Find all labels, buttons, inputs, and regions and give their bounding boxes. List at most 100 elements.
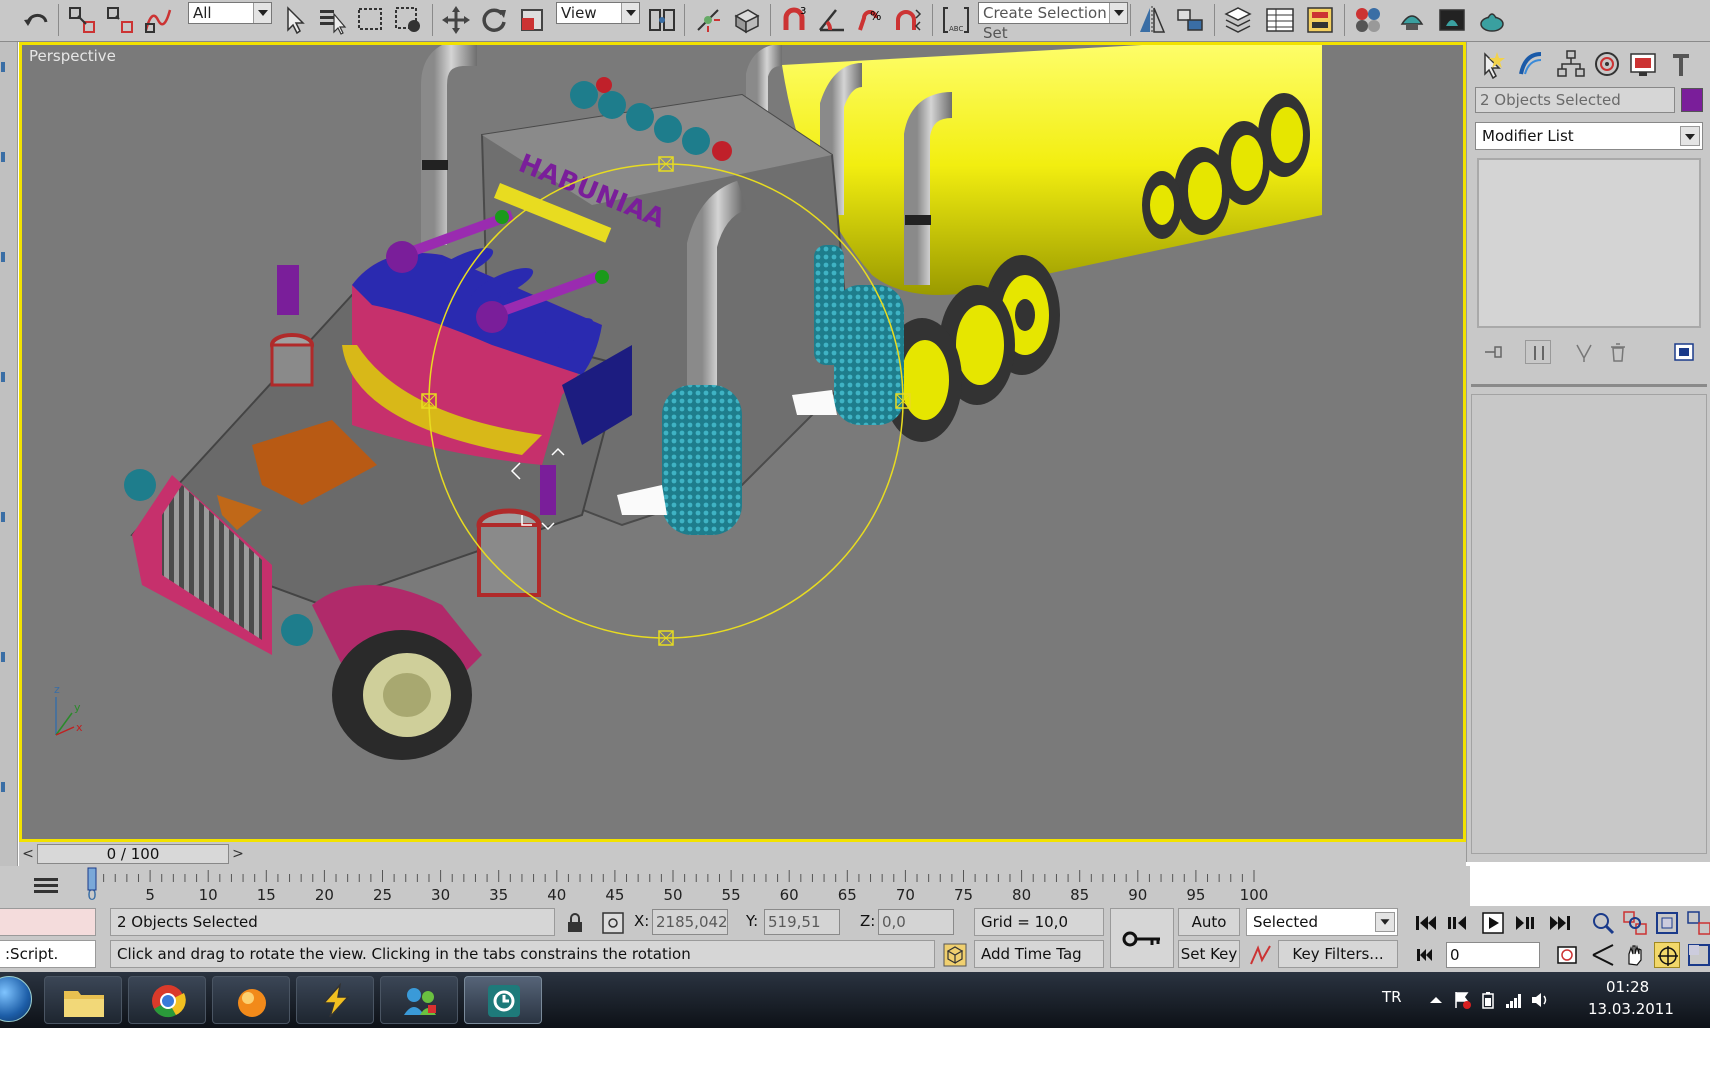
pivot-icon[interactable] (646, 4, 678, 36)
trackbar[interactable]: 0 5 10 15 20 25 30 35 40 45 50 55 60 65 70 75 80 85 90 95 10… (0, 866, 1470, 906)
edit-named-selections-icon[interactable]: ABC (940, 4, 972, 36)
play-icon[interactable] (1480, 910, 1506, 936)
current-frame-marker[interactable] (87, 867, 97, 891)
network-icon[interactable] (1504, 990, 1524, 1010)
field-of-view-icon[interactable] (1590, 942, 1616, 968)
named-selection-dropdown[interactable]: Create Selection Set (978, 2, 1128, 42)
z-coordinate-input[interactable]: 0,0 (878, 909, 954, 935)
clock-date[interactable]: 13.03.2011 (1588, 1000, 1674, 1018)
modify-icon[interactable] (1515, 48, 1547, 80)
snaps-toggle-icon[interactable]: 3 (778, 4, 810, 36)
move-icon[interactable] (440, 4, 472, 36)
time-slider-next[interactable]: > (230, 844, 246, 864)
time-slider-prev[interactable]: < (20, 844, 36, 864)
orbit-icon[interactable] (1654, 942, 1680, 968)
media-player-icon[interactable] (212, 976, 290, 1024)
hierarchy-icon[interactable] (1555, 48, 1587, 80)
add-time-tag[interactable]: Add Time Tag (974, 940, 1104, 968)
remove-modifier-icon[interactable] (1605, 340, 1631, 364)
winamp-icon[interactable] (296, 976, 374, 1024)
go-to-start-icon[interactable] (1412, 910, 1438, 936)
auto-key-button[interactable]: Auto Key (1178, 908, 1240, 957)
material-editor-icon[interactable] (1352, 4, 1384, 36)
schematic-view-icon[interactable] (1304, 4, 1336, 36)
motion-icon[interactable] (1591, 48, 1623, 80)
show-end-result-icon[interactable] (1525, 340, 1551, 364)
undo-icon[interactable] (20, 4, 52, 36)
manipulate-icon[interactable] (692, 4, 724, 36)
spinner-snap-icon[interactable] (892, 4, 924, 36)
key-filters-button[interactable]: Key Filters... (1278, 940, 1398, 968)
window-crossing-icon[interactable] (392, 4, 424, 36)
make-unique-icon[interactable] (1571, 340, 1597, 364)
percent-snap-icon[interactable]: % (854, 4, 886, 36)
perspective-viewport[interactable]: HABUNIAA z y x Perspective (19, 42, 1466, 842)
chrome-icon[interactable] (128, 976, 206, 1024)
select-object-icon[interactable] (280, 4, 312, 36)
unlink-icon[interactable] (104, 4, 136, 36)
explorer-icon[interactable] (44, 976, 122, 1024)
clock-time[interactable]: 01:28 (1606, 978, 1649, 996)
x-coordinate-input[interactable]: 2185,042 (652, 909, 728, 935)
lock-selection-icon[interactable] (562, 910, 588, 936)
maximize-viewport-icon[interactable] (1686, 942, 1712, 968)
rendered-frame-window-icon[interactable] (1436, 4, 1468, 36)
previous-frame-icon[interactable] (1444, 910, 1470, 936)
display-icon[interactable] (1627, 48, 1659, 80)
next-frame-icon[interactable] (1512, 910, 1538, 936)
zoom-all-icon[interactable] (1622, 910, 1648, 936)
zoom-extents-icon[interactable] (1654, 910, 1680, 936)
object-name-field[interactable]: 2 Objects Selected (1475, 87, 1675, 113)
keyboard-shortcut-icon[interactable] (730, 4, 762, 36)
selection-filter-dropdown[interactable]: All (188, 2, 272, 24)
absolute-mode-icon[interactable] (600, 910, 626, 936)
create-icon[interactable] (1475, 48, 1507, 80)
go-to-end-icon[interactable] (1548, 910, 1574, 936)
configure-modifier-sets-icon[interactable] (1671, 340, 1697, 364)
default-in-out-tangents-icon[interactable] (1248, 942, 1274, 968)
language-indicator[interactable]: TR (1382, 988, 1402, 1006)
set-key-button[interactable]: Set Key (1178, 940, 1240, 968)
time-configuration-icon[interactable] (1554, 942, 1580, 968)
layer-manager-icon[interactable] (1222, 4, 1254, 36)
key-mode-dropdown[interactable]: Selected (1246, 908, 1398, 936)
align-icon[interactable] (1174, 4, 1206, 36)
show-hidden-icons-icon[interactable] (1426, 990, 1446, 1010)
maxscript-listener[interactable]: :Script. (0, 940, 96, 968)
curve-editor-icon[interactable] (1264, 4, 1296, 36)
zoom-icon[interactable] (1590, 910, 1616, 936)
pin-stack-icon[interactable] (1481, 340, 1507, 364)
select-and-link-icon[interactable] (66, 4, 98, 36)
set-key-big-button[interactable] (1110, 908, 1174, 968)
modifier-stack[interactable] (1477, 158, 1701, 328)
current-frame-input[interactable]: 0 (1446, 942, 1540, 968)
start-button[interactable] (0, 976, 32, 1022)
y-coordinate-input[interactable]: 519,51 (764, 909, 840, 935)
select-by-name-icon[interactable] (316, 4, 348, 36)
action-center-icon[interactable] (1452, 990, 1472, 1010)
time-slider[interactable]: < 0 / 100 > (19, 842, 1466, 866)
render-production-icon[interactable] (1476, 4, 1508, 36)
time-slider-thumb[interactable]: 0 / 100 (37, 844, 229, 864)
angle-snap-icon[interactable] (816, 4, 848, 36)
pan-view-icon[interactable] (1622, 942, 1648, 968)
time-tag-icon[interactable] (942, 942, 968, 968)
object-color-swatch[interactable] (1681, 88, 1703, 112)
modifier-list-dropdown[interactable]: Modifier List (1475, 122, 1703, 150)
bind-to-space-warp-icon[interactable] (142, 4, 174, 36)
reference-coordinate-dropdown[interactable]: View (556, 2, 640, 24)
battery-icon[interactable] (1478, 990, 1498, 1010)
key-mode-toggle-icon[interactable] (1412, 942, 1438, 968)
rectangular-selection-icon[interactable] (354, 4, 386, 36)
messenger-icon[interactable] (380, 976, 458, 1024)
volume-icon[interactable] (1530, 990, 1550, 1010)
maxscript-listener-pink[interactable] (0, 908, 96, 936)
3dsmax-icon[interactable] (464, 976, 542, 1024)
utilities-icon[interactable] (1665, 48, 1697, 80)
scale-icon[interactable] (516, 4, 548, 36)
mirror-icon[interactable] (1136, 4, 1168, 36)
zoom-extents-all-icon[interactable] (1686, 910, 1712, 936)
viewport-label[interactable]: Perspective (29, 47, 116, 65)
render-setup-icon[interactable] (1396, 4, 1428, 36)
rotate-icon[interactable] (478, 4, 510, 36)
